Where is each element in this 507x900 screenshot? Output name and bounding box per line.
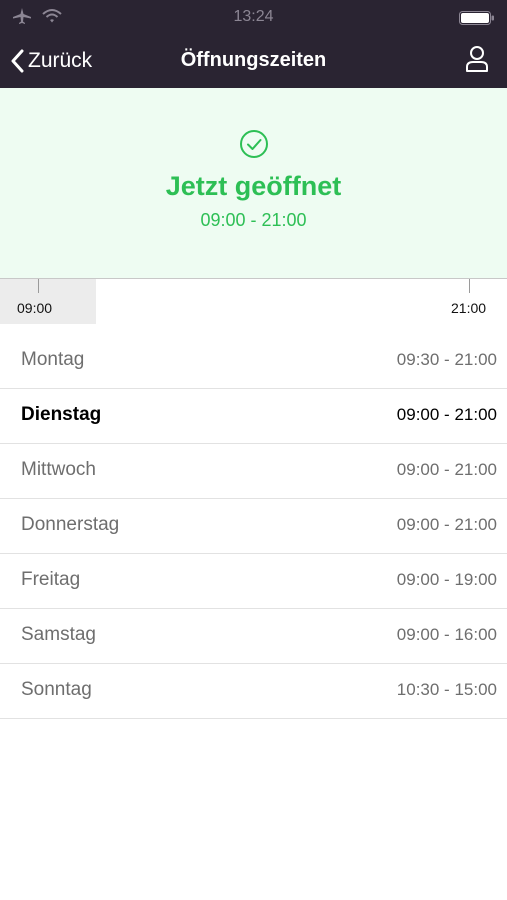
- day-hours: 09:00 - 21:00: [396, 515, 497, 534]
- profile-button[interactable]: [465, 45, 489, 78]
- check-circle-icon: [240, 130, 268, 158]
- day-name: Freitag: [21, 569, 81, 590]
- day-name: Donnerstag: [21, 514, 120, 535]
- day-name: Sonntag: [21, 679, 92, 700]
- timeline-start-tick: [38, 279, 39, 293]
- day-hours: 09:00 - 21:00: [396, 405, 497, 424]
- back-button[interactable]: Zurück: [10, 46, 92, 76]
- day-row-dienstag: Dienstag 09:00 - 21:00: [0, 389, 507, 444]
- day-hours: 09:00 - 16:00: [396, 625, 497, 644]
- day-row-sonntag: Sonntag 10:30 - 15:00: [0, 664, 507, 719]
- timeline-axis: [0, 278, 507, 279]
- day-row-donnerstag: Donnerstag 09:00 - 21:00: [0, 499, 507, 554]
- opening-hours-list: Montag 09:30 - 21:00 Dienstag 09:00 - 21…: [0, 334, 507, 719]
- day-row-montag: Montag 09:30 - 21:00: [0, 334, 507, 389]
- status-bar: 13:24: [0, 0, 507, 34]
- day-row-mittwoch: Mittwoch 09:00 - 21:00: [0, 444, 507, 499]
- day-name: Samstag: [21, 624, 96, 645]
- day-name: Montag: [21, 349, 85, 370]
- day-hours: 09:00 - 21:00: [396, 460, 497, 479]
- open-status-label: Jetzt geöffnet: [165, 171, 342, 201]
- day-hours: 10:30 - 15:00: [396, 680, 497, 699]
- chevron-left-icon: [11, 49, 24, 73]
- today-hours: 09:00 - 21:00: [200, 210, 307, 230]
- page-title: Öffnungszeiten: [180, 49, 327, 71]
- day-name: Mittwoch: [21, 459, 96, 480]
- person-icon: [466, 46, 488, 72]
- timeline-end-tick: [469, 279, 470, 293]
- timeline-start-label: 09:00: [17, 300, 53, 316]
- status-time: 13:24: [233, 8, 274, 25]
- day-row-samstag: Samstag 09:00 - 16:00: [0, 609, 507, 664]
- navigation-bar: Zurück Öffnungszeiten: [0, 38, 507, 84]
- day-hours: 09:30 - 21:00: [396, 350, 497, 369]
- back-label: Zurück: [28, 49, 93, 72]
- day-row-freitag: Freitag 09:00 - 19:00: [0, 554, 507, 609]
- hours-timeline: 09:00 21:00: [0, 278, 507, 324]
- day-hours: 09:00 - 19:00: [396, 570, 497, 589]
- open-status-banner: Jetzt geöffnet 09:00 - 21:00: [0, 88, 507, 278]
- app-header: 13:24 Zurück Öffnungszeiten: [0, 0, 507, 88]
- day-name: Dienstag: [21, 404, 102, 425]
- timeline-end-label: 21:00: [451, 300, 487, 316]
- battery-icon: [459, 11, 494, 25]
